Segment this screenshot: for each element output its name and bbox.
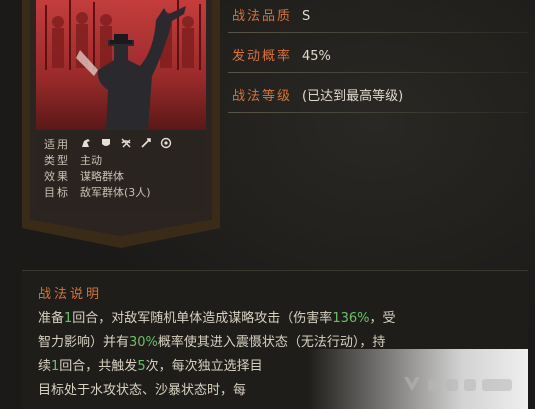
description-panel: 战法说明 准备1回合，对敌军随机单体造成谋略攻击（伤害率136%，受 智力影响）… xyxy=(22,270,528,409)
card-row-effect: 效果 谋略群体 xyxy=(44,170,124,183)
siege-icon xyxy=(160,134,172,149)
skill-card-info: 适用 类型 主动 效果 谋略群体 目标 敌军群体(3人) xyxy=(36,130,206,210)
divider xyxy=(228,32,528,33)
cavalry-icon xyxy=(80,134,92,147)
spear-icon xyxy=(140,134,152,148)
attr-level: 战法等级 (已达到最高等级) xyxy=(232,89,404,104)
divider xyxy=(228,72,528,73)
card-row-target: 目标 敌军群体(3人) xyxy=(44,186,151,199)
divider xyxy=(228,112,528,113)
attr-trigger-rate: 发动概率 45% xyxy=(232,49,331,64)
skill-card-art xyxy=(36,0,206,130)
bow-icon xyxy=(120,134,132,148)
card-row-applicable: 适用 xyxy=(44,138,70,151)
shield-icon xyxy=(100,134,112,146)
card-row-type: 类型 主动 xyxy=(44,154,102,167)
attr-quality: 战法品质 S xyxy=(232,9,311,24)
unit-type-icons xyxy=(80,134,172,149)
description-line: 准备1回合，对敌军随机单体造成谋略攻击（伤害率136%，受 xyxy=(38,311,396,326)
watermark-logo xyxy=(404,377,512,391)
description-title: 战法说明 xyxy=(38,287,103,302)
